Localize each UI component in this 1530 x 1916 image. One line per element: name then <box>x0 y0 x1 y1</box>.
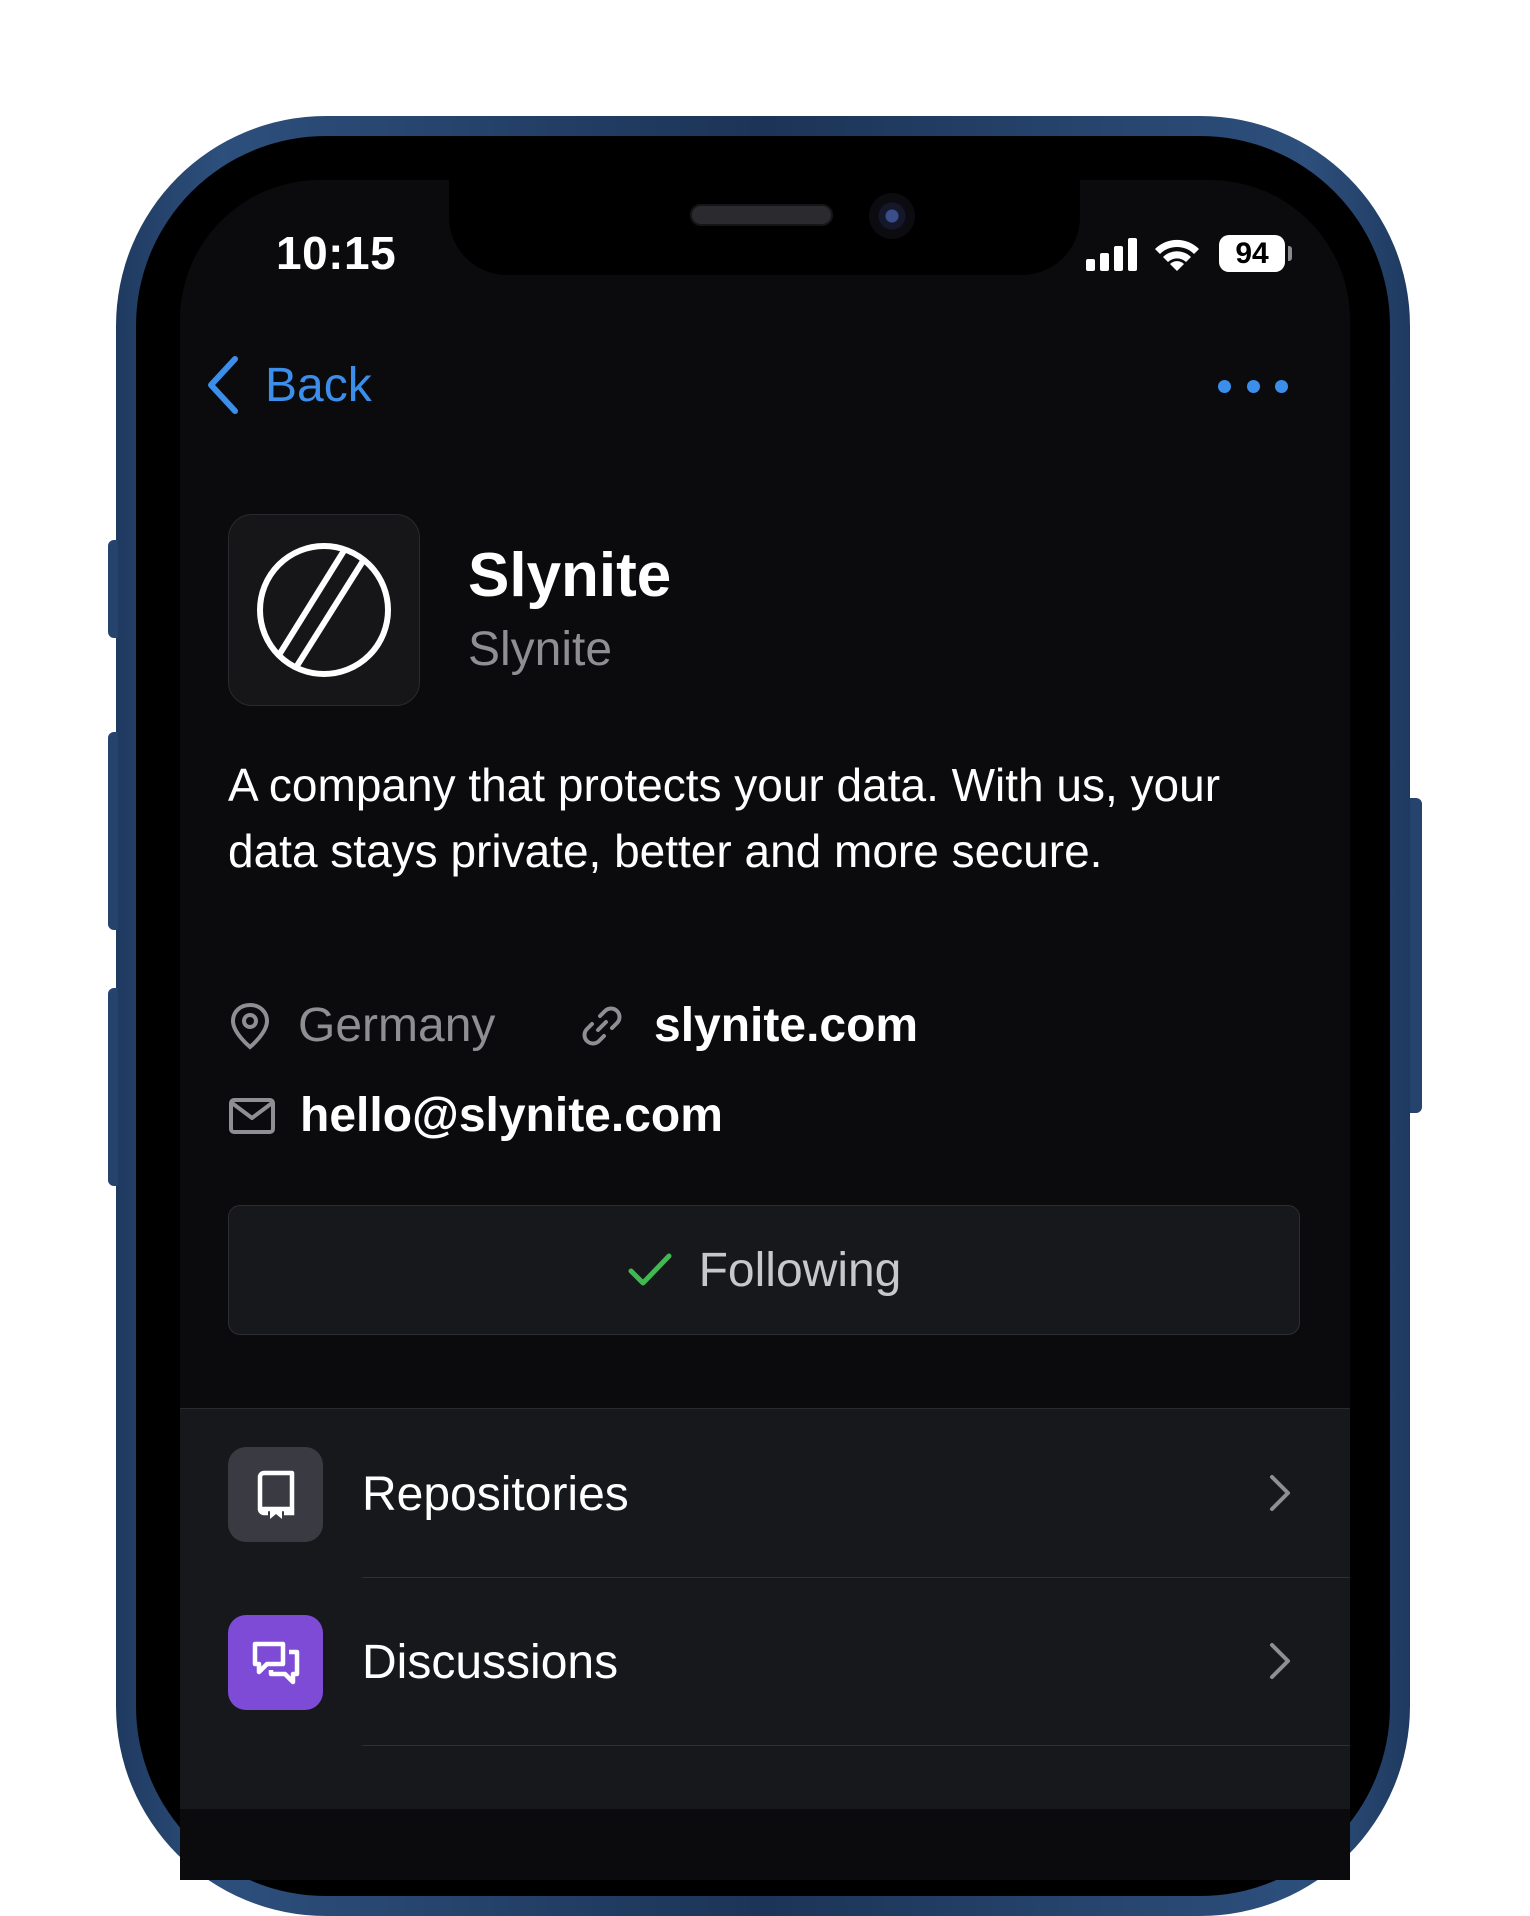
row-divider <box>362 1745 1350 1746</box>
email-text: hello@slynite.com <box>300 1089 723 1142</box>
front-camera <box>869 193 915 239</box>
location-text: Germany <box>298 999 496 1052</box>
website-link[interactable]: slynite.com <box>580 998 918 1053</box>
org-name: Slynite <box>468 541 672 610</box>
silent-switch <box>108 540 118 638</box>
org-avatar <box>228 514 420 706</box>
location-row: Germany <box>228 998 495 1053</box>
org-login: Slynite <box>468 623 613 676</box>
more-options-button[interactable] <box>1218 374 1288 398</box>
power-button <box>1410 798 1422 1113</box>
slynite-logo-icon <box>257 543 391 677</box>
repositories-row[interactable]: Repositories <box>180 1409 1350 1578</box>
speaker-grille <box>690 204 833 226</box>
wifi-icon <box>1155 239 1199 271</box>
repo-icon <box>257 1470 294 1519</box>
following-label: Following <box>698 1243 902 1297</box>
chevron-right-icon <box>1270 1643 1290 1679</box>
discussions-label: Discussions <box>362 1636 619 1689</box>
profile-menu-list: Repositories Discussions <box>180 1408 1350 1809</box>
chevron-right-icon <box>1270 1475 1290 1511</box>
status-time: 10:15 <box>276 227 397 279</box>
following-button[interactable]: Following <box>228 1205 1300 1335</box>
more-dot <box>1246 379 1260 393</box>
repositories-label: Repositories <box>362 1468 629 1521</box>
battery-indicator: 94 <box>1219 235 1285 272</box>
website-text: slynite.com <box>654 999 919 1052</box>
chevron-left-icon <box>208 356 238 414</box>
discussions-icon-tile <box>228 1615 323 1710</box>
notch <box>449 180 1080 275</box>
org-bio: A company that protects your data. With … <box>228 759 1221 877</box>
mail-icon <box>229 1097 275 1134</box>
discussions-row[interactable]: Discussions <box>180 1577 1350 1746</box>
check-icon <box>628 1253 672 1286</box>
back-label: Back <box>265 358 372 412</box>
battery-tip <box>1288 246 1292 261</box>
more-dot <box>1275 379 1288 393</box>
volume-down-button <box>108 988 118 1186</box>
repositories-icon-tile <box>228 1447 323 1542</box>
more-dot <box>1218 379 1231 393</box>
volume-up-button <box>108 732 118 930</box>
location-pin-icon <box>230 1002 270 1050</box>
email-link[interactable]: hello@slynite.com <box>228 1088 723 1143</box>
cellular-signal-icon <box>1086 238 1137 271</box>
back-button[interactable]: Back <box>205 355 372 415</box>
discussion-icon <box>252 1641 299 1684</box>
link-icon <box>582 1006 622 1045</box>
